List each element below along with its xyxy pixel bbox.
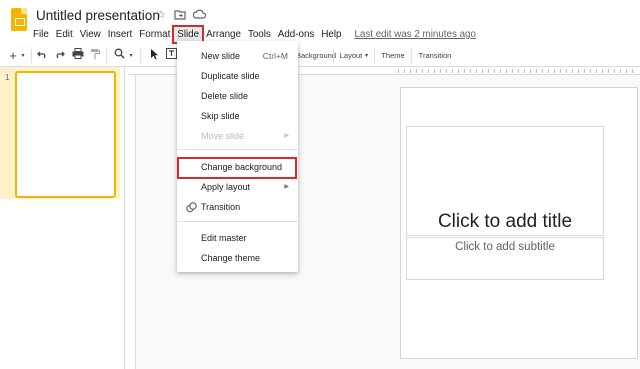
title-placeholder[interactable]: Click to add title bbox=[406, 126, 604, 236]
star-icon[interactable]: ☆ bbox=[155, 9, 167, 21]
folder-move-icon[interactable] bbox=[174, 9, 186, 21]
highlight-annotation bbox=[177, 157, 297, 179]
toolbar-divider bbox=[140, 49, 141, 63]
submenu-arrow-icon: ▶ bbox=[284, 184, 289, 190]
print-icon[interactable] bbox=[71, 48, 84, 64]
menu-view[interactable]: View bbox=[77, 27, 104, 42]
toolbar-divider bbox=[333, 49, 334, 63]
toolbar-divider bbox=[31, 49, 32, 63]
slides-logo-icon[interactable] bbox=[11, 8, 27, 31]
paint-format-icon[interactable] bbox=[89, 48, 101, 64]
cloud-status-icon[interactable] bbox=[192, 9, 207, 21]
theme-button[interactable]: Theme bbox=[379, 48, 407, 64]
menu-slide[interactable]: Slide bbox=[172, 25, 205, 44]
menu-tools[interactable]: Tools bbox=[245, 27, 274, 42]
menu-item-change-theme[interactable]: Change theme bbox=[177, 249, 298, 267]
background-button[interactable]: Background bbox=[296, 48, 336, 64]
slide-canvas[interactable]: Click to add title Click to add subtitle bbox=[400, 87, 638, 359]
text-box-icon[interactable] bbox=[165, 48, 177, 64]
ruler-ticks bbox=[398, 69, 634, 73]
select-icon[interactable] bbox=[148, 48, 160, 64]
menu-format[interactable]: Format bbox=[136, 27, 173, 42]
redo-icon[interactable] bbox=[53, 48, 65, 64]
toolbar-divider bbox=[411, 49, 412, 63]
menu-arrange[interactable]: Arrange bbox=[203, 27, 244, 42]
layout-button[interactable]: Layout bbox=[339, 48, 363, 64]
toolbar: + ▾ ▾ Background Layout ▾ Theme Transiti… bbox=[0, 45, 640, 67]
toolbar-divider bbox=[374, 49, 375, 63]
menu-file[interactable]: File bbox=[30, 27, 52, 42]
transition-button[interactable]: Transition bbox=[416, 48, 454, 64]
menu-item-new-slide[interactable]: New slide Ctrl+M bbox=[177, 47, 298, 65]
title-actions: ☆ bbox=[155, 9, 207, 21]
menu-item-duplicate-slide[interactable]: Duplicate slide bbox=[177, 67, 298, 85]
slide-number: 1 bbox=[5, 73, 10, 82]
zoom-icon[interactable] bbox=[112, 48, 126, 64]
menu-help[interactable]: Help bbox=[318, 27, 344, 42]
layout-dropdown-chevron-icon[interactable]: ▾ bbox=[363, 48, 370, 64]
menu-insert[interactable]: Insert bbox=[105, 27, 136, 42]
title-placeholder-text: Click to add title bbox=[437, 211, 573, 232]
menu-divider bbox=[177, 149, 298, 150]
last-edit-link[interactable]: Last edit was 2 minutes ago bbox=[354, 29, 475, 40]
transition-icon bbox=[186, 202, 197, 213]
menu-bar: File Edit View Insert Format Slide Arran… bbox=[30, 25, 476, 44]
vertical-ruler bbox=[128, 75, 136, 369]
slide-filmstrip: 1 bbox=[0, 67, 125, 369]
shortcut-label: Ctrl+M bbox=[262, 51, 288, 61]
menu-divider bbox=[177, 221, 298, 222]
menu-item-move-slide: Move slide ▶ bbox=[177, 127, 298, 145]
menu-item-delete-slide[interactable]: Delete slide bbox=[177, 87, 298, 105]
add-icon[interactable]: + bbox=[7, 48, 19, 64]
menu-edit[interactable]: Edit bbox=[53, 27, 76, 42]
undo-icon[interactable] bbox=[36, 48, 48, 64]
subtitle-placeholder[interactable]: Click to add subtitle bbox=[406, 237, 604, 280]
menu-item-transition[interactable]: Transition bbox=[177, 198, 298, 216]
slide-thumbnail[interactable] bbox=[15, 71, 116, 198]
subtitle-placeholder-text: Click to add subtitle bbox=[455, 241, 555, 253]
toolbar-divider bbox=[106, 49, 107, 63]
menu-add-ons[interactable]: Add-ons bbox=[275, 27, 318, 42]
header: Untitled presentation ☆ File Edit View I… bbox=[0, 0, 640, 45]
slide-menu-dropdown: New slide Ctrl+M Duplicate slide Delete … bbox=[177, 41, 298, 272]
menu-item-edit-master[interactable]: Edit master bbox=[177, 229, 298, 247]
zoom-dropdown-chevron-icon[interactable]: ▾ bbox=[127, 48, 135, 64]
menu-item-skip-slide[interactable]: Skip slide bbox=[177, 107, 298, 125]
document-title[interactable]: Untitled presentation bbox=[36, 8, 160, 23]
add-dropdown-chevron-icon[interactable]: ▾ bbox=[19, 48, 27, 64]
submenu-arrow-icon: ▶ bbox=[284, 133, 289, 139]
menu-item-apply-layout[interactable]: Apply layout ▶ bbox=[177, 178, 298, 196]
